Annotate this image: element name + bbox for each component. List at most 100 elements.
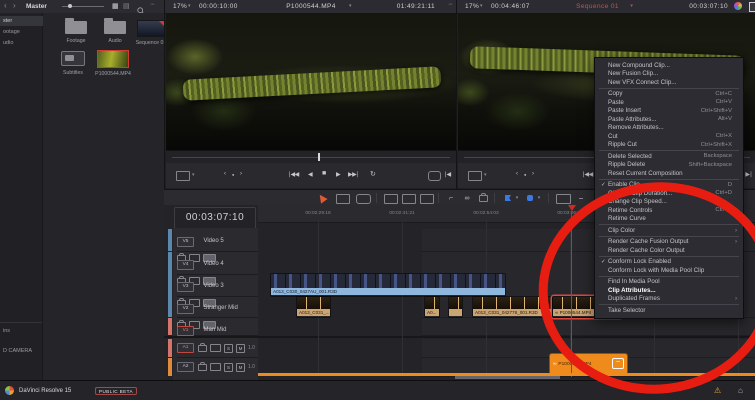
flag-icon[interactable] [504,193,512,203]
menu-item-clip-color[interactable]: Clip Color › [595,226,743,235]
playhead-line[interactable] [571,211,572,377]
menu-item-change-clip-duration[interactable]: Change Clip Duration... Ctrl+D [595,189,743,198]
menu-item-cut[interactable]: Cut Ctrl+X [595,132,743,141]
list-view-icon[interactable]: ▤ [123,2,130,10]
auto-select-icon[interactable] [210,363,221,371]
playhead-caret[interactable] [568,205,576,211]
sidebar-item-smart-bins[interactable]: ins [0,326,45,336]
in-point-icon[interactable]: ∣◀ [444,171,451,178]
track-badge[interactable]: V3 [177,282,194,292]
bin-more-icon[interactable]: ··· [150,1,155,8]
chevron-down-icon[interactable]: ▾ [536,193,542,203]
bin-forward-icon[interactable]: › [13,1,16,10]
out-point-icon[interactable]: ▶∣ [745,171,752,178]
menu-item-retime-curve[interactable]: Retime Curve [595,215,743,224]
track-badge-selected[interactable]: A1 [177,343,194,353]
clip-v2-1[interactable]: A013_C031_... [296,296,331,318]
partial-panel-icon[interactable] [749,2,755,12]
track-header-v2[interactable]: V2 Stranger Mid [177,296,258,329]
menu-item-paste-insert[interactable]: Paste Insert Ctrl+Shift+V [595,107,743,116]
lock-icon[interactable] [198,361,207,371]
chevron-down-icon[interactable]: ▾ [188,3,191,9]
grid-view-icon[interactable]: ▦ [112,2,119,10]
menu-item-ripple-cut[interactable]: Ripple Cut Ctrl+Shift+X [595,141,743,150]
bin-item-p1000544[interactable]: P1000544.MP4 [89,50,137,77]
menu-item-remove-attributes[interactable]: Remove Attributes... [595,124,743,133]
skip-back-button[interactable]: ∣◀◀ [582,171,593,178]
bin-item-footage[interactable]: Footage [56,18,96,44]
scrub-playhead[interactable] [318,153,320,161]
jog-dot-icon[interactable]: ● [524,172,526,177]
jog-right-icon[interactable]: › [532,171,534,177]
track-header-v1[interactable]: V1 Man Mid [177,318,258,336]
bin-back-icon[interactable]: ‹ [4,1,7,10]
timeline-view-options-icon[interactable] [556,194,571,204]
jog-left-icon[interactable]: ‹ [516,171,518,177]
track-badge[interactable]: V5 [177,237,194,247]
chevron-down-icon[interactable]: ▾ [480,3,483,9]
chevron-down-icon[interactable]: ▾ [514,193,520,203]
source-clip-name[interactable]: P1000544.MP4 [286,3,336,10]
chevron-down-icon[interactable]: ▾ [630,3,633,9]
mute-button[interactable]: M [236,362,245,372]
replace-clip-icon[interactable] [420,194,434,204]
menu-item-conform-lock-with-media-pool-clip[interactable]: Conform Lock with Media Pool Clip [595,266,743,275]
menu-item-paste-attributes[interactable]: Paste Attributes... Alt+V [595,115,743,124]
clip-v3-a013-c030[interactable]: A013_C030_0427AU_001.R3D [270,273,506,297]
mute-button[interactable]: M [236,343,245,353]
overwrite-clip-icon[interactable] [402,194,416,204]
bin-item-audio[interactable]: Audio [95,18,135,44]
play-button[interactable]: ▶ [336,171,341,178]
selection-mode-icon[interactable] [316,192,328,204]
source-more-icon[interactable]: ··· [448,1,453,8]
menu-item-render-cache-fusion-output[interactable]: Render Cache Fusion Output › [595,238,743,247]
clip-v2-4[interactable]: A013_C031_042778_001.R3D [472,296,553,318]
chevron-down-icon[interactable]: ▾ [192,172,195,178]
track-badge[interactable]: A2 [177,362,194,372]
sidebar-item-audio[interactable]: udio [0,38,45,48]
bin-item-subtitles[interactable]: Subtitles [53,51,93,76]
jog-right-icon[interactable]: › [240,171,242,177]
razor-edit-mode-icon[interactable] [356,194,371,204]
menu-item-ripple-delete[interactable]: Ripple Delete Shift+Backspace [595,161,743,170]
menu-item-duplicated-frames[interactable]: Duplicated Frames › [595,295,743,304]
menu-item-enable-clip[interactable]: ✓ Enable Clip D [595,181,743,190]
menu-item-copy[interactable]: Copy Ctrl+C [595,90,743,99]
track-header-v5[interactable]: V5 Video 5 [177,229,258,262]
lock-icon[interactable] [198,342,207,352]
thumb-size-slider-handle[interactable] [68,4,72,8]
chevron-down-icon[interactable]: ▾ [349,3,352,9]
trim-edit-mode-icon[interactable] [336,194,350,204]
timeline-scrollbar-thumb[interactable] [455,376,560,379]
snapping-icon[interactable]: ⌐ [446,193,456,203]
menu-item-delete-selected[interactable]: Delete Selected Backspace [595,152,743,161]
color-wheel-icon[interactable] [734,2,742,10]
zoom-out-icon[interactable]: − [576,193,586,203]
menu-item-change-clip-speed[interactable]: Change Clip Speed... [595,198,743,207]
clip-v2-2[interactable]: A0... [424,296,440,318]
solo-button[interactable]: S [224,343,233,353]
timeline-zoom-select[interactable]: 17% [465,3,479,10]
menu-item-new-vfx-connect-clip[interactable]: New VFX Connect Clip... [595,78,743,87]
menu-item-find-in-media-pool[interactable]: Find In Media Pool [595,278,743,287]
position-lock-icon[interactable] [478,192,488,203]
project-manager-icon[interactable]: ⌂ [738,386,743,395]
menu-item-new-compound-clip[interactable]: New Compound Clip... [595,61,743,70]
clip-a2-p1000544-audio[interactable]: ∞ P1000544.MP4 ~ [549,353,628,375]
menu-item-render-cache-color-output[interactable]: Render Cache Color Output [595,246,743,255]
step-back-button[interactable]: ◀ [308,171,313,178]
viewer-mode-icon[interactable] [176,171,190,181]
track-badge[interactable]: V2 [177,304,194,314]
skip-back-button[interactable]: ∣◀◀ [288,171,299,178]
track-badge-selected[interactable]: V1 [177,326,194,336]
sidebar-item-master[interactable]: ster [0,16,45,26]
video-audio-divider[interactable] [164,336,755,338]
menu-item-retime-controls[interactable]: Retime Controls Ctrl+R [595,206,743,215]
match-frame-icon[interactable] [428,171,441,181]
stop-button[interactable]: ■ [322,170,326,177]
track-badge[interactable]: V4 [177,260,194,270]
sidebar-item-camera-bin[interactable]: D CAMERA [0,346,45,356]
menu-item-clip-attributes[interactable]: Clip Attributes... [595,286,743,295]
menu-item-new-fusion-clip[interactable]: New Fusion Clip... [595,70,743,79]
solo-button[interactable]: S [224,362,233,372]
